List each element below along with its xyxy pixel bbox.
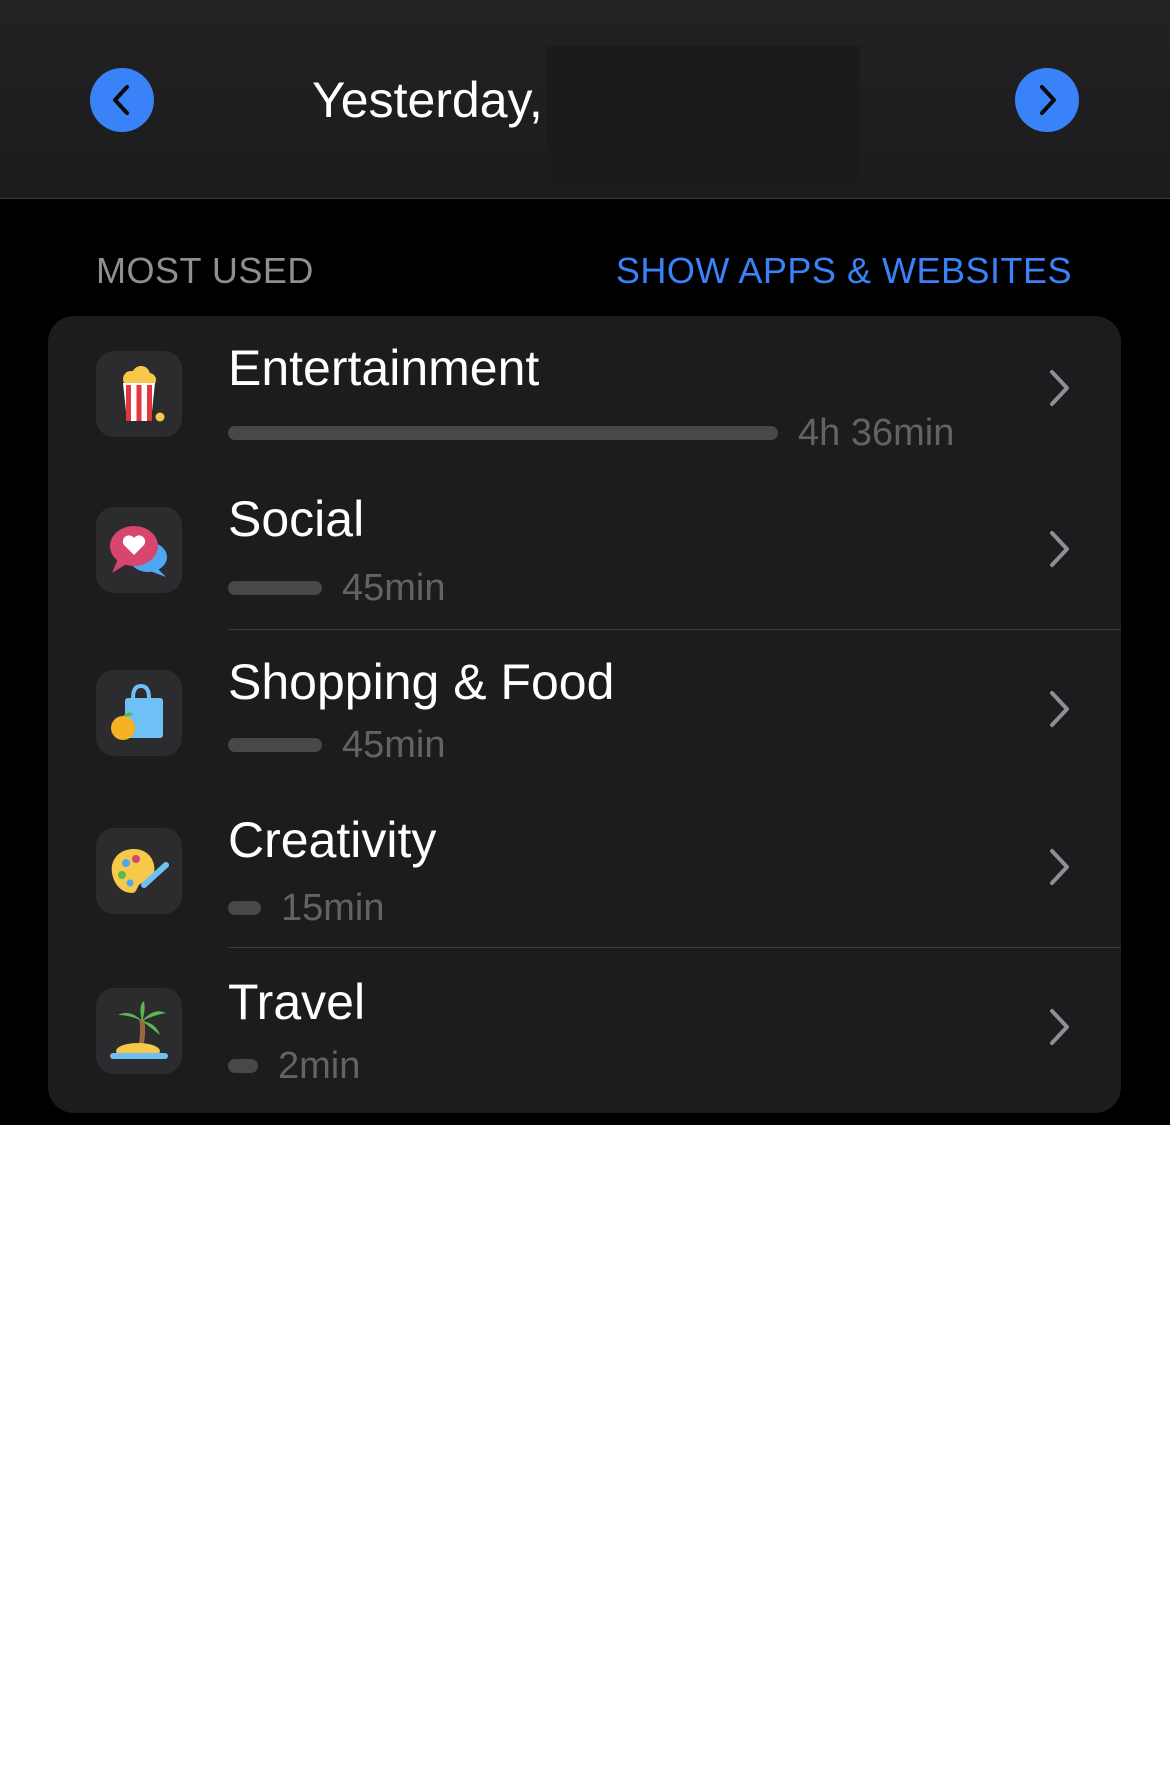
show-apps-websites-link[interactable]: SHOW APPS & WEBSITES [616,250,1072,292]
category-name: Social [228,491,365,547]
category-row-entertainment[interactable]: Entertainment 4h 36min [48,316,1121,472]
usage-bar [228,581,322,595]
category-icon-tile [96,670,182,756]
usage-time: 15min [281,887,385,929]
category-name: Entertainment [228,340,540,396]
category-icon-tile [96,828,182,914]
previous-day-button[interactable] [90,68,154,132]
category-icon-tile [96,988,182,1074]
speech-bubbles-heart-icon [110,526,167,577]
category-icon-tile [96,351,182,437]
date-header: Yesterday, [0,0,1170,199]
category-row-social[interactable]: Social 45min [48,472,1121,630]
chevron-right-icon [1050,1009,1069,1045]
most-used-label: MOST USED [96,250,314,291]
chevron-left-icon [113,85,129,115]
category-icon-tile [96,507,182,593]
usage-time: 4h 36min [798,412,955,454]
palm-island-icon [110,1001,168,1059]
category-row-creativity[interactable]: Creativity 15min [48,790,1121,948]
palette-icon [111,849,169,893]
category-row-shopping-food[interactable]: Shopping & Food 45min [48,630,1121,790]
chevron-right-icon [1050,849,1069,885]
category-name: Creativity [228,812,437,868]
usage-time: 45min [342,567,446,609]
usage-time: 45min [342,724,446,766]
usage-time: 2min [278,1045,361,1087]
popcorn-icon [123,366,165,422]
chevron-right-icon [1050,691,1069,727]
redacted-date [546,46,860,186]
most-used-list: Entertainment 4h 36min Social 45min Shop… [48,316,1121,1113]
category-name: Shopping & Food [228,654,615,710]
date-title: Yesterday, [312,72,543,128]
usage-bar [228,901,261,915]
usage-bar [228,426,778,440]
chevron-right-icon [1040,85,1056,115]
category-name: Travel [228,974,366,1030]
usage-bar [228,1059,258,1073]
chevron-right-icon [1050,370,1069,406]
chevron-right-icon [1050,531,1069,567]
usage-bar [228,738,322,752]
category-row-travel[interactable]: Travel 2min [48,948,1121,1113]
shopping-bag-icon [111,683,163,740]
next-day-button[interactable] [1015,68,1079,132]
